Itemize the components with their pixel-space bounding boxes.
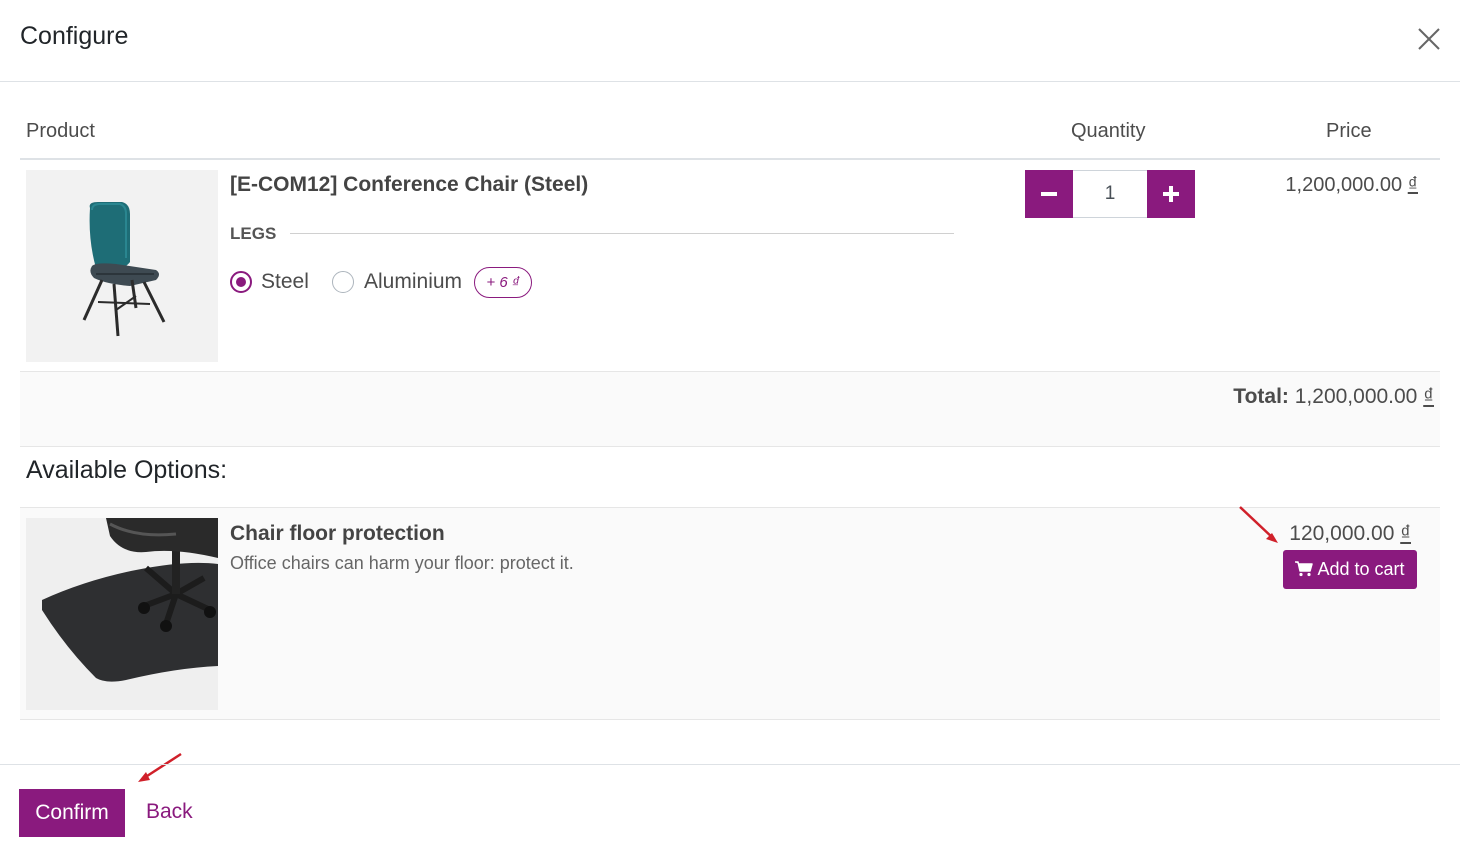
product-price: 1,200,000.00 ₫ <box>1200 174 1418 197</box>
shopping-cart-icon <box>1295 561 1314 576</box>
attribute-label: LEGS <box>230 224 277 243</box>
quantity-input[interactable] <box>1073 170 1147 218</box>
optional-product-price-value: 120,000.00 <box>1289 522 1395 545</box>
radio-label-steel[interactable]: Steel <box>261 270 309 294</box>
optional-product-currency: ₫ <box>1400 522 1411 545</box>
radio-aluminium[interactable] <box>332 271 354 293</box>
add-to-cart-button[interactable]: Add to cart <box>1283 550 1417 589</box>
optional-product-name: Chair floor protection <box>230 522 445 545</box>
total-label: Total: <box>1233 385 1289 408</box>
plus-icon <box>1163 186 1179 202</box>
column-header-price: Price <box>1326 120 1372 142</box>
extra-price-badge: + 6 ₫ <box>474 267 532 298</box>
total-row: Total: 1,200,000.00 ₫ <box>20 372 1440 447</box>
close-button[interactable] <box>1414 24 1444 54</box>
product-image <box>26 170 218 362</box>
total-value: 1,200,000.00 <box>1294 385 1418 408</box>
modal-title: Configure <box>20 22 129 50</box>
product-name: [E-COM12] Conference Chair (Steel) <box>230 173 589 196</box>
back-button[interactable]: Back <box>146 800 193 824</box>
chair-image <box>26 170 218 362</box>
floor-mat-image <box>26 518 218 710</box>
table-header: Product Quantity Price <box>20 110 1440 160</box>
modal-footer: Confirm Back <box>0 764 1460 852</box>
optional-product-image <box>26 518 218 710</box>
close-icon <box>1418 28 1440 50</box>
confirm-button[interactable]: Confirm <box>19 789 125 837</box>
optional-product-description: Office chairs can harm your floor: prote… <box>230 553 574 573</box>
column-header-product: Product <box>26 120 95 142</box>
quantity-stepper <box>1025 170 1195 218</box>
radio-steel[interactable] <box>230 271 252 293</box>
available-options-title: Available Options: <box>26 456 228 484</box>
currency-symbol: ₫ <box>1407 174 1418 196</box>
optional-product-row: Chair floor protection Office chairs can… <box>20 507 1440 720</box>
add-to-cart-label: Add to cart <box>1317 559 1405 579</box>
optional-product-price: 120,000.00 ₫ <box>1200 522 1411 546</box>
quantity-decrease-button[interactable] <box>1025 170 1073 218</box>
total-amount: Total: 1,200,000.00 ₫ <box>1233 385 1434 409</box>
minus-icon <box>1041 192 1057 196</box>
quantity-increase-button[interactable] <box>1147 170 1195 218</box>
radio-label-aluminium[interactable]: Aluminium <box>364 270 462 294</box>
product-row: [E-COM12] Conference Chair (Steel) LEGS … <box>20 160 1440 372</box>
total-currency: ₫ <box>1423 385 1434 408</box>
product-price-value: 1,200,000.00 <box>1285 174 1403 196</box>
column-header-quantity: Quantity <box>1071 120 1146 142</box>
attribute-divider <box>290 233 954 234</box>
modal-header: Configure <box>0 0 1460 82</box>
